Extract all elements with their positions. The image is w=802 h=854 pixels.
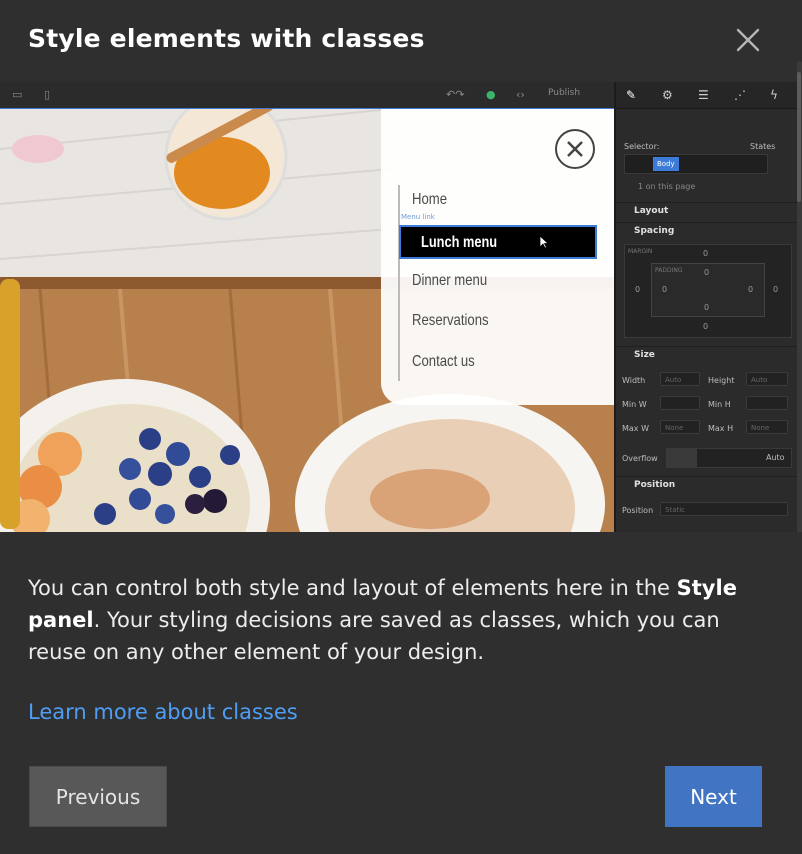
menu-item-reservations[interactable]: Reservations (412, 312, 489, 330)
dialog-description: You can control both style and layout of… (28, 576, 737, 664)
dialog-scrollbar-thumb[interactable] (797, 72, 801, 202)
menu-close-icon[interactable] (555, 129, 595, 169)
site-nav-menu: Home Menu link Lunch menu Dinner menu Re… (381, 109, 614, 405)
previous-button[interactable]: Previous (29, 766, 167, 827)
learn-more-link[interactable]: Learn more about classes (28, 700, 298, 724)
section-size: Size (616, 346, 797, 363)
next-button[interactable]: Next (665, 766, 762, 827)
padding-box: PADDING 0 0 0 0 (651, 263, 765, 317)
menu-item-dinner[interactable]: Dinner menu (412, 272, 487, 290)
menu-item-lunch-label: Lunch menu (421, 234, 498, 251)
cursor-icon (539, 235, 549, 249)
interactions-icon: ⋰ (734, 88, 746, 102)
menu-link-tag: Menu link (401, 213, 435, 221)
menu-item-lunch-selected[interactable]: Lunch menu (399, 225, 597, 259)
overflow-toggle: Auto (666, 448, 792, 468)
selector-field: Body (624, 154, 768, 174)
designer-toolbar: ▭ ▯ ↶↷ ● ‹› Publish (0, 82, 614, 109)
undo-redo-icon: ↶↷ (446, 88, 465, 101)
close-icon (736, 28, 760, 52)
selector-label: Selector: (624, 142, 660, 151)
section-layout: Layout (616, 202, 797, 219)
style-tutorial-dialog: Style elements with classes ▭ ▯ ↶↷ ● ‹› … (0, 0, 802, 854)
spacing-box: MARGIN 0 0 0 0 PADDING 0 0 0 0 (624, 244, 792, 338)
menu-divider (398, 185, 400, 381)
code-icon: ‹› (516, 88, 525, 101)
close-button[interactable] (734, 26, 762, 54)
publish-label: Publish (548, 88, 581, 98)
menu-item-home[interactable]: Home (412, 191, 447, 209)
lightning-icon: ϟ (770, 88, 778, 102)
panel-tabs: ✎ ⚙ ☰ ⋰ ϟ (616, 82, 797, 109)
gear-icon: ⚙ (662, 88, 673, 102)
designer-canvas: Home Menu link Lunch menu Dinner menu Re… (0, 108, 614, 532)
selector-class-tag: Body (653, 157, 679, 171)
check-icon: ● (486, 88, 496, 101)
brush-icon: ✎ (626, 88, 637, 102)
states-label: States (750, 142, 776, 151)
section-position: Position (616, 476, 797, 493)
tutorial-illustration: ▭ ▯ ↶↷ ● ‹› Publish Home Menu link Lunch… (0, 82, 797, 532)
desktop-icon: ▭ (12, 88, 23, 101)
navigator-icon: ☰ (698, 88, 709, 102)
on-page-note: 1 on this page (638, 182, 696, 191)
dialog-title: Style elements with classes (28, 24, 425, 53)
menu-item-contact[interactable]: Contact us (412, 353, 475, 371)
section-spacing: Spacing (616, 222, 797, 239)
style-panel-preview: ✎ ⚙ ☰ ⋰ ϟ Selector: States Body 1 on thi… (615, 82, 797, 532)
mobile-icon: ▯ (44, 88, 51, 101)
